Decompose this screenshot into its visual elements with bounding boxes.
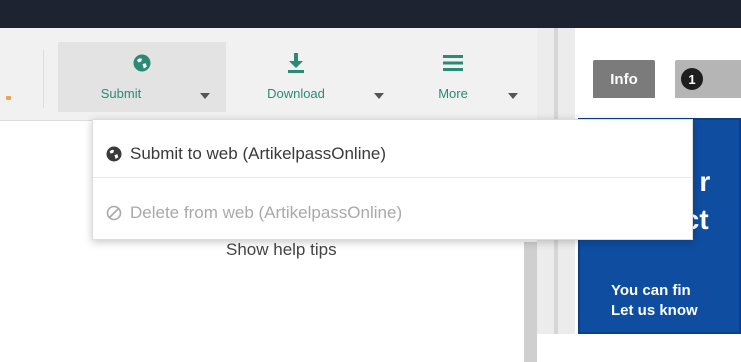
tab-notifications[interactable]: 1 — [675, 60, 741, 98]
tab-info-label: Info — [610, 70, 638, 88]
download-label: Download — [267, 86, 325, 101]
menu-divider — [93, 177, 692, 178]
submit-button[interactable]: Submit — [58, 42, 226, 112]
submit-label: Submit — [100, 86, 142, 101]
menu-icon — [443, 52, 463, 74]
download-icon — [287, 52, 305, 74]
banner-text-line-2: Let us know — [611, 302, 698, 319]
more-button[interactable]: More — [414, 42, 492, 112]
orange-icon-fragment — [6, 96, 11, 100]
prohibited-icon — [106, 205, 122, 221]
download-button[interactable]: Download — [234, 42, 358, 112]
top-app-bar — [0, 0, 741, 28]
submit-dropdown-menu: Submit to web (ArtikelpassOnline) Delete… — [92, 119, 693, 240]
delete-from-web-menu-item: Delete from web (ArtikelpassOnline) — [93, 193, 692, 233]
submit-to-web-label: Submit to web (ArtikelpassOnline) — [130, 144, 387, 163]
globe-icon — [133, 52, 151, 74]
tab-info[interactable]: Info — [593, 60, 655, 98]
count-badge: 1 — [681, 68, 703, 90]
scrollbar[interactable] — [524, 242, 537, 362]
banner-text-line-1: You can fin — [611, 282, 691, 299]
toolbar: Submit Download More — [0, 28, 537, 121]
delete-from-web-label: Delete from web (ArtikelpassOnline) — [130, 203, 403, 222]
submit-to-web-menu-item[interactable]: Submit to web (ArtikelpassOnline) — [93, 134, 692, 174]
submit-dropdown-caret-icon[interactable] — [200, 91, 210, 101]
more-label: More — [438, 86, 468, 101]
download-dropdown-caret-icon[interactable] — [374, 91, 384, 101]
show-help-tips[interactable]: Show help tips — [226, 240, 337, 260]
toolbar-divider — [43, 50, 44, 108]
globe-icon — [106, 146, 122, 162]
help-tips-label: Show help tips — [226, 240, 337, 259]
more-dropdown-caret-icon[interactable] — [508, 91, 518, 101]
